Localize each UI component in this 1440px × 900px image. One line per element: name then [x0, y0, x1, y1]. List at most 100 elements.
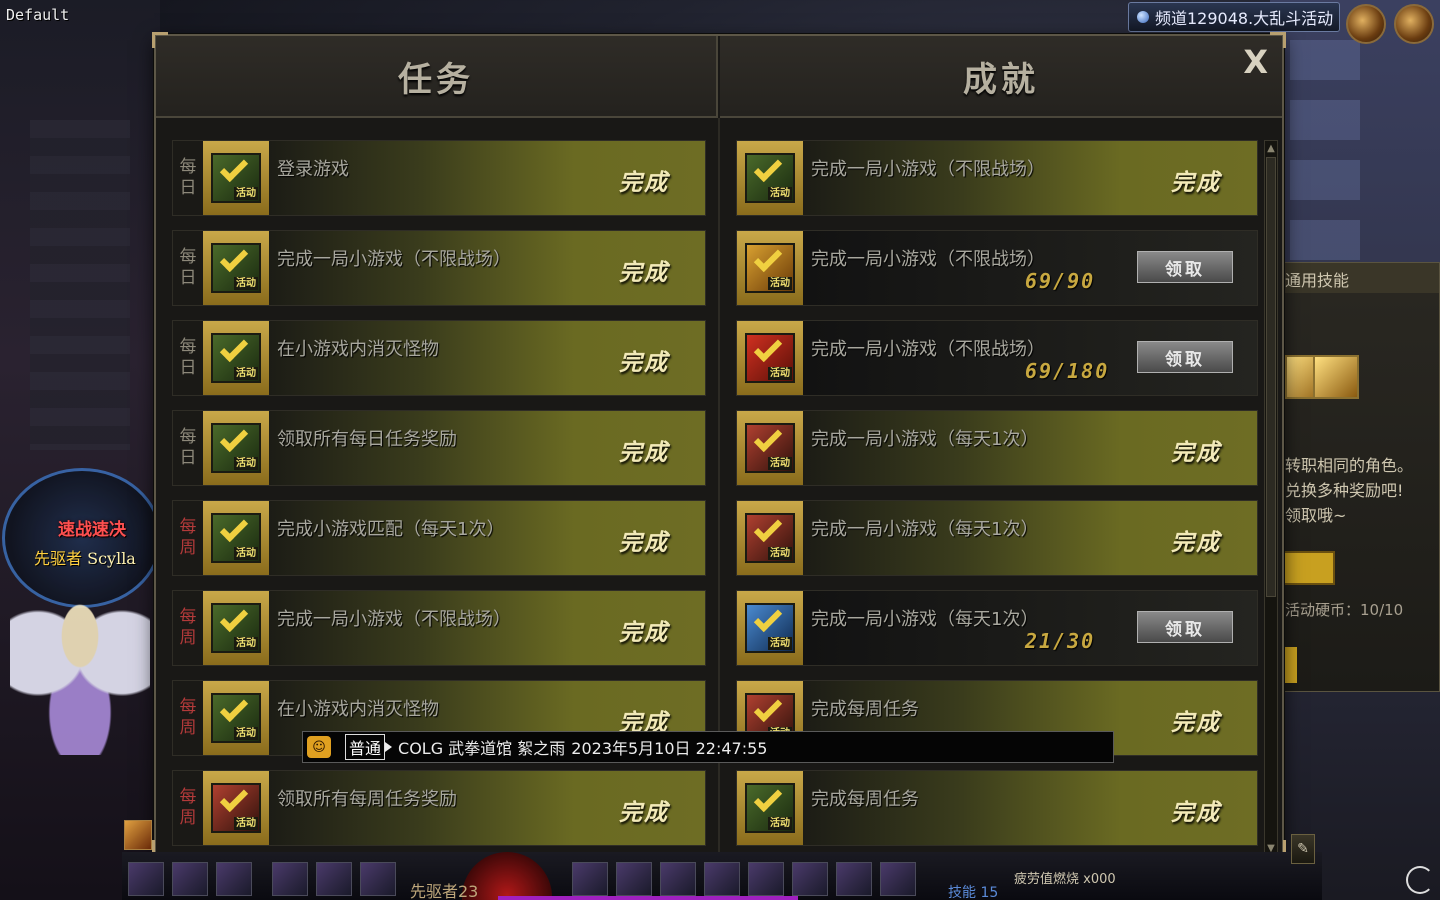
skill-slot[interactable] — [616, 862, 652, 896]
check-red-icon: 活动 — [745, 423, 795, 473]
quest-title: 完成一局小游戏（不限战场） — [277, 249, 511, 270]
quest-title: 领取所有每周任务奖励 — [277, 789, 457, 810]
achievement-title: 完成每周任务 — [811, 789, 919, 810]
check-gold-icon: 活动 — [211, 603, 261, 653]
checkmark-icon — [753, 515, 783, 543]
hud-player-name: 先驱者23 — [410, 882, 479, 900]
achievement-row-body: 完成一局小游戏（不限战场） 69/90 领取 — [803, 231, 1257, 305]
achievement-row[interactable]: 活动 完成一局小游戏（每天1次） 完成 — [736, 410, 1258, 486]
reward-icon-frame: 活动 — [737, 591, 803, 665]
quest-period-char: 日 — [179, 268, 197, 288]
skill-slot[interactable] — [880, 862, 916, 896]
side-panel-line: 转职相同的角色。 — [1285, 456, 1414, 475]
side-panel-button[interactable] — [1283, 551, 1335, 585]
side-panel-button-2[interactable] — [1283, 647, 1297, 683]
close-button[interactable]: X — [1243, 46, 1268, 78]
achievement-row-body: 完成每周任务 完成 — [803, 771, 1257, 845]
achievement-row[interactable]: 活动 完成一局小游戏（不限战场） 69/90 领取 — [736, 230, 1258, 306]
achievement-row[interactable]: 活动 完成一局小游戏（不限战场） 完成 — [736, 140, 1258, 216]
quest-row-body: 领取所有每周任务奖励完成 — [269, 771, 705, 845]
quest-row[interactable]: 每周活动 完成小游戏匹配（每天1次） 完成 — [172, 500, 706, 576]
quest-period-char: 每 — [179, 157, 197, 177]
character-title: 速战速决 — [58, 520, 126, 540]
menu-orb-icon[interactable] — [1346, 4, 1386, 44]
checkmark-icon — [753, 785, 783, 813]
achievement-status: 完成 — [1171, 530, 1221, 556]
quest-period: 每周 — [173, 681, 203, 755]
skill-slot[interactable] — [836, 862, 872, 896]
checkmark-icon — [219, 515, 249, 543]
skill-slot[interactable] — [792, 862, 828, 896]
buff-icon[interactable] — [124, 820, 152, 850]
skill-slot[interactable] — [660, 862, 696, 896]
event-orb-icon[interactable] — [1394, 4, 1434, 44]
event-tag: 活动 — [234, 457, 258, 470]
quest-status: 完成 — [619, 170, 669, 196]
item-slot[interactable] — [272, 862, 308, 896]
achievement-row[interactable]: 活动 完成一局小游戏（每天1次） 完成 — [736, 500, 1258, 576]
quest-period: 每周 — [173, 771, 203, 845]
reward-icon-frame: 活动 — [203, 681, 269, 755]
skill-slot-icon[interactable] — [1313, 355, 1359, 399]
event-tag: 活动 — [768, 547, 792, 560]
quest-period-char: 周 — [179, 628, 197, 648]
skill-slot[interactable] — [704, 862, 740, 896]
scroll-up-icon[interactable]: ▲ — [1265, 141, 1277, 155]
quest-status: 完成 — [619, 800, 669, 826]
tab-achievements[interactable]: 成就 — [720, 36, 1282, 118]
quest-row[interactable]: 每日活动 登录游戏 完成 — [172, 140, 706, 216]
item-slot[interactable] — [172, 862, 208, 896]
checkmark-icon — [219, 695, 249, 723]
character-sprite[interactable] — [10, 585, 150, 755]
check-gold-icon: 活动 — [745, 153, 795, 203]
item-slot[interactable] — [360, 862, 396, 896]
channel-indicator[interactable]: 频道129048.大乱斗活动 — [1128, 2, 1340, 32]
checkmark-icon — [219, 245, 249, 273]
quest-period-char: 每 — [179, 517, 197, 537]
item-slot[interactable] — [216, 862, 252, 896]
quest-row[interactable]: 每日活动 在小游戏内消灭怪物 完成 — [172, 320, 706, 396]
tab-quests[interactable]: 任务 — [156, 36, 718, 118]
skill-slot[interactable] — [748, 862, 784, 896]
quest-period: 每日 — [173, 231, 203, 305]
quest-row[interactable]: 每日活动 完成一局小游戏（不限战场） 完成 — [172, 230, 706, 306]
achievement-status: 完成 — [1171, 170, 1221, 196]
channel-status-icon — [1137, 11, 1149, 23]
quest-row[interactable]: 每日活动 领取所有每日任务奖励 完成 — [172, 410, 706, 486]
claim-button[interactable]: 领取 — [1137, 611, 1233, 643]
quest-row-body: 登录游戏 完成 — [269, 141, 705, 215]
chat-timestamp: 2023年5月10日 22:47:55 — [571, 739, 768, 758]
achievement-row[interactable]: 活动 完成一局小游戏（每天1次） 21/30 领取 — [736, 590, 1258, 666]
quest-period-char: 每 — [179, 697, 197, 717]
event-tag: 活动 — [768, 367, 792, 380]
quest-period: 每日 — [173, 141, 203, 215]
item-slot[interactable] — [316, 862, 352, 896]
reward-icon-frame: 活动 — [203, 141, 269, 215]
check-red-icon: 活动 — [745, 513, 795, 563]
quest-row[interactable]: 每周活动 领取所有每周任务奖励完成 — [172, 770, 706, 846]
achievement-scrollbar[interactable]: ▲ ▼ — [1264, 140, 1278, 856]
check-red-icon: 活动 — [211, 783, 261, 833]
check-gold-icon: 活动 — [211, 513, 261, 563]
achievement-title: 完成每周任务 — [811, 699, 919, 720]
claim-button[interactable]: 领取 — [1137, 251, 1233, 283]
pin-icon[interactable]: ✎ — [1291, 834, 1315, 864]
quest-status: 完成 — [619, 620, 669, 646]
event-tag: 活动 — [234, 547, 258, 560]
reward-icon-frame: 活动 — [737, 771, 803, 845]
event-tag: 活动 — [768, 817, 792, 830]
achievement-row-body: 完成一局小游戏（不限战场） 69/180 领取 — [803, 321, 1257, 395]
refresh-icon[interactable] — [1406, 866, 1434, 894]
event-tag: 活动 — [234, 637, 258, 650]
scroll-thumb[interactable] — [1266, 157, 1276, 597]
achievement-row[interactable]: 活动完成每周任务完成 — [736, 770, 1258, 846]
check-gold-icon: 活动 — [211, 333, 261, 383]
quest-period: 每日 — [173, 411, 203, 485]
achievement-row[interactable]: 活动 完成一局小游戏（不限战场） 69/180 领取 — [736, 320, 1258, 396]
quest-row[interactable]: 每周活动 完成一局小游戏（不限战场） 完成 — [172, 590, 706, 666]
checkmark-icon — [753, 605, 783, 633]
claim-button[interactable]: 领取 — [1137, 341, 1233, 373]
skill-slot[interactable] — [572, 862, 608, 896]
quest-row-body: 领取所有每日任务奖励 完成 — [269, 411, 705, 485]
item-slot[interactable] — [128, 862, 164, 896]
